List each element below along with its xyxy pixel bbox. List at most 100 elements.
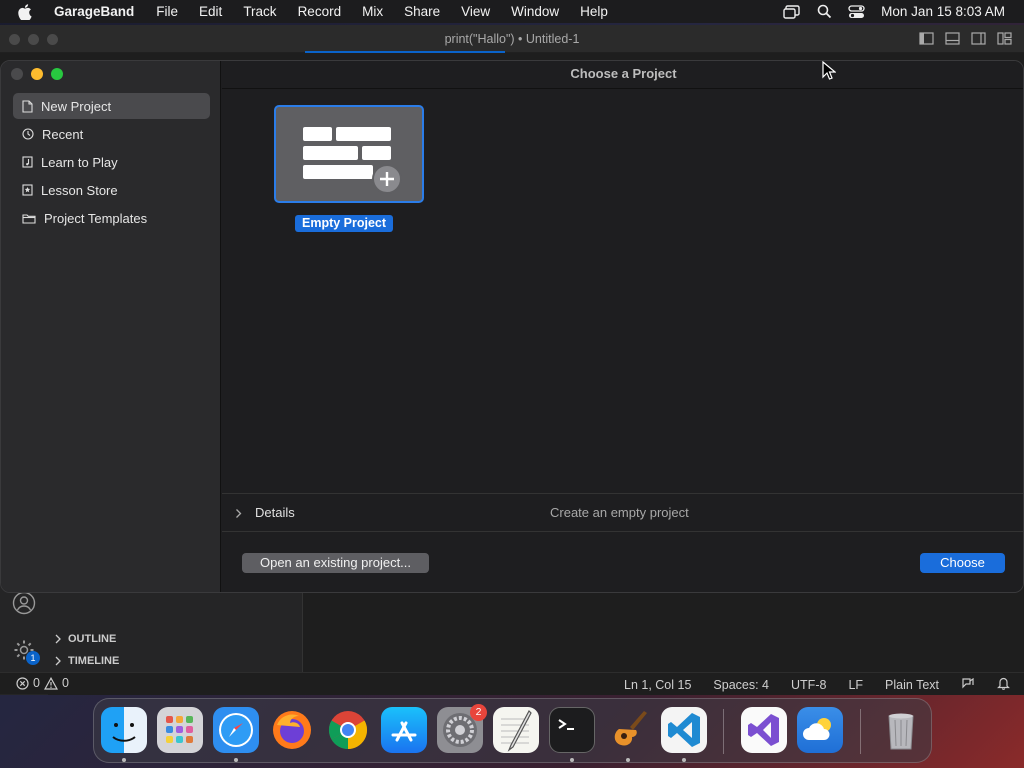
trash-icon[interactable] bbox=[878, 707, 924, 753]
menu-app-name[interactable]: GarageBand bbox=[54, 4, 134, 19]
minimize-button[interactable] bbox=[31, 68, 43, 80]
dock-separator bbox=[860, 709, 861, 754]
system-settings-icon[interactable]: 2 bbox=[437, 704, 487, 753]
error-icon bbox=[16, 676, 29, 690]
status-bar: 0 0 Ln 1, Col 15 Spaces: 4 UTF-8 LF Plai… bbox=[0, 672, 1024, 694]
menu-edit[interactable]: Edit bbox=[199, 4, 222, 19]
timeline-label: TIMELINE bbox=[68, 655, 120, 667]
window-controls bbox=[11, 68, 63, 80]
notification-badge: 2 bbox=[470, 704, 487, 721]
weather-icon[interactable] bbox=[797, 707, 843, 753]
running-indicator bbox=[234, 758, 238, 762]
chevron-right-icon bbox=[55, 634, 61, 644]
cursor-position[interactable]: Ln 1, Col 15 bbox=[624, 678, 691, 692]
menu-window[interactable]: Window bbox=[511, 4, 559, 19]
document-icon bbox=[22, 99, 33, 113]
menu-clock[interactable]: Mon Jan 15 8:03 AM bbox=[881, 4, 1005, 19]
empty-project-label[interactable]: Empty Project bbox=[295, 215, 394, 232]
explorer-sidebar: OUTLINE TIMELINE bbox=[48, 593, 303, 673]
vscode-tab-indicator bbox=[305, 51, 505, 53]
terminal-icon[interactable] bbox=[549, 707, 595, 753]
running-indicator bbox=[570, 758, 574, 762]
textedit-icon[interactable] bbox=[493, 707, 539, 753]
menu-share[interactable]: Share bbox=[404, 4, 440, 19]
running-indicator bbox=[626, 758, 630, 762]
star-icon bbox=[22, 184, 33, 196]
customize-layout-icon[interactable] bbox=[997, 32, 1012, 50]
menu-track[interactable]: Track bbox=[243, 4, 276, 19]
firefox-icon[interactable] bbox=[269, 707, 315, 753]
toggle-primary-sidebar-icon[interactable] bbox=[919, 32, 934, 50]
details-section[interactable]: Details Create an empty project bbox=[222, 493, 1023, 532]
sidebar-item-project-templates[interactable]: Project Templates bbox=[13, 205, 210, 231]
file-encoding[interactable]: UTF-8 bbox=[791, 678, 826, 692]
running-indicator bbox=[122, 758, 126, 762]
settings-badge: 1 bbox=[26, 651, 40, 665]
end-of-line[interactable]: LF bbox=[848, 678, 863, 692]
problems-indicator[interactable]: 0 0 bbox=[16, 676, 69, 690]
project-chooser-main: Choose a Project Empty Project Details C… bbox=[222, 61, 1023, 592]
project-sidebar: New Project Recent Learn to Play Lesson … bbox=[1, 61, 221, 592]
empty-project-tile[interactable] bbox=[274, 105, 424, 203]
language-mode[interactable]: Plain Text bbox=[885, 678, 939, 692]
sidebar-item-learn-to-play[interactable]: Learn to Play bbox=[13, 149, 210, 175]
details-label[interactable]: Details bbox=[255, 505, 295, 520]
warning-icon bbox=[43, 676, 58, 690]
indentation-spaces[interactable]: Spaces: 4 bbox=[713, 678, 769, 692]
control-center-icon[interactable] bbox=[848, 4, 865, 19]
launchpad-icon[interactable] bbox=[157, 707, 203, 753]
menu-record[interactable]: Record bbox=[298, 4, 342, 19]
folder-icon bbox=[22, 213, 36, 224]
close-button[interactable] bbox=[11, 68, 23, 80]
vscode-icon[interactable] bbox=[661, 707, 707, 753]
sidebar-item-recent[interactable]: Recent bbox=[13, 121, 210, 147]
garageband-project-chooser: New Project Recent Learn to Play Lesson … bbox=[0, 60, 1024, 593]
outline-section[interactable]: OUTLINE bbox=[54, 633, 116, 645]
outline-label: OUTLINE bbox=[68, 633, 117, 645]
clock-icon bbox=[22, 128, 34, 140]
warnings-count: 0 bbox=[61, 676, 69, 690]
chrome-icon[interactable] bbox=[325, 707, 371, 753]
garageband-icon[interactable] bbox=[605, 707, 651, 753]
music-note-icon bbox=[22, 156, 33, 168]
apple-menu-icon[interactable] bbox=[18, 3, 36, 21]
toggle-panel-icon[interactable] bbox=[945, 32, 960, 50]
running-indicator bbox=[682, 758, 686, 762]
vscode-titlebar: print("Hallo") • Untitled-1 bbox=[0, 25, 1024, 53]
screen-mirroring-icon[interactable] bbox=[783, 4, 801, 19]
sidebar-item-label: Recent bbox=[42, 126, 84, 142]
dialog-title: Choose a Project bbox=[222, 61, 1023, 89]
sidebar-item-lesson-store[interactable]: Lesson Store bbox=[13, 177, 210, 203]
chevron-right-icon[interactable] bbox=[235, 506, 242, 524]
menu-help[interactable]: Help bbox=[580, 4, 608, 19]
finder-icon[interactable] bbox=[101, 707, 147, 753]
layout-controls bbox=[919, 32, 1012, 50]
timeline-section[interactable]: TIMELINE bbox=[54, 655, 119, 667]
visual-studio-icon[interactable] bbox=[741, 707, 787, 753]
notifications-bell-icon[interactable] bbox=[997, 676, 1010, 693]
sidebar-item-label: Learn to Play bbox=[41, 154, 118, 170]
feedback-icon[interactable] bbox=[961, 677, 975, 693]
sidebar-item-label: Lesson Store bbox=[41, 182, 118, 198]
open-existing-project-button[interactable]: Open an existing project... bbox=[242, 553, 429, 573]
menu-mix[interactable]: Mix bbox=[362, 4, 383, 19]
mouse-cursor-icon bbox=[822, 61, 836, 80]
safari-icon[interactable] bbox=[213, 707, 259, 753]
sidebar-item-label: Project Templates bbox=[44, 210, 148, 226]
accounts-icon[interactable] bbox=[12, 591, 36, 620]
errors-count: 0 bbox=[33, 676, 40, 690]
manage-gear-icon[interactable]: 1 bbox=[12, 638, 40, 667]
chevron-right-icon bbox=[55, 656, 61, 666]
dock: 2 bbox=[93, 698, 932, 763]
sidebar-item-new-project[interactable]: New Project bbox=[13, 93, 210, 119]
menu-file[interactable]: File bbox=[156, 4, 178, 19]
choose-button[interactable]: Choose bbox=[920, 553, 1005, 573]
spotlight-search-icon[interactable] bbox=[817, 4, 832, 19]
vscode-window-title: print("Hallo") • Untitled-1 bbox=[444, 32, 580, 46]
details-description: Create an empty project bbox=[550, 505, 689, 520]
menu-view[interactable]: View bbox=[461, 4, 490, 19]
toggle-secondary-sidebar-icon[interactable] bbox=[971, 32, 986, 50]
app-store-icon[interactable] bbox=[381, 707, 427, 753]
maximize-button[interactable] bbox=[51, 68, 63, 80]
sidebar-item-label: New Project bbox=[41, 98, 112, 114]
